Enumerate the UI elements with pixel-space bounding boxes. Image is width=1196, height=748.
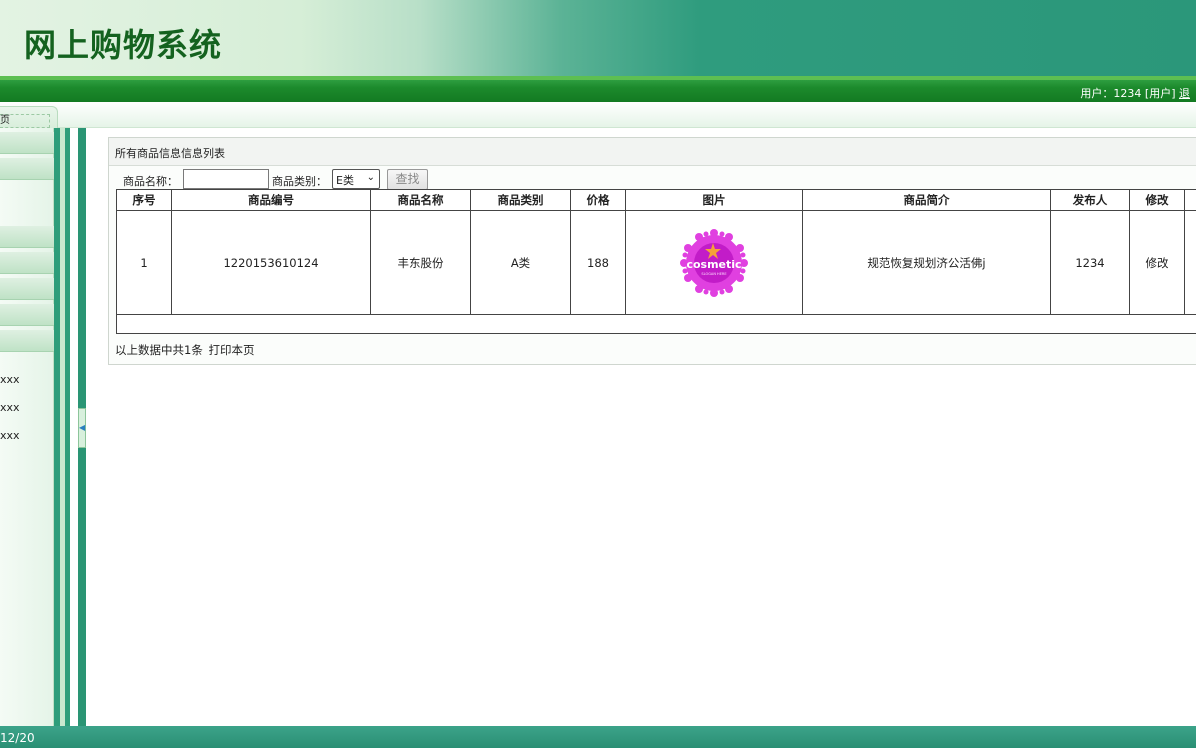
table-header-row: 序号 商品编号 商品名称 商品类别 价格 图片 商品简介 发布人 修改: [116, 189, 1196, 211]
cell-intro: 规范恢复规划济公活佛j: [802, 210, 1051, 315]
column-header: 价格: [570, 189, 626, 211]
tab-strip: 页: [0, 102, 1196, 130]
sidebar-item[interactable]: xxx: [0, 401, 20, 414]
table-empty-row: [116, 314, 1196, 334]
column-header: 图片: [625, 189, 803, 211]
column-header: 修改: [1129, 189, 1185, 211]
cosmetic-logo-icon[interactable]: cosmetic SLOGAN HERE: [676, 225, 752, 301]
product-table: 序号 商品编号 商品名称 商品类别 价格 图片 商品简介 发布人 修改 1 12…: [116, 189, 1196, 334]
cell-image: cosmetic SLOGAN HERE: [625, 210, 803, 315]
name-label: 商品名称：: [123, 175, 178, 188]
sidebar-section-header[interactable]: [0, 330, 54, 352]
record-summary: 以上数据中共1条: [115, 343, 203, 357]
sidebar-section-header[interactable]: [0, 304, 54, 326]
column-header: 商品编号: [171, 189, 371, 211]
cell-price: 188: [570, 210, 626, 315]
svg-text:cosmetic: cosmetic: [686, 258, 741, 271]
logout-link[interactable]: 退: [1179, 87, 1190, 100]
category-selected: E类: [336, 174, 354, 187]
table-footer: 以上数据中共1条 打印本页: [115, 342, 254, 358]
cell-index: 1: [116, 210, 172, 315]
sidebar-section-header[interactable]: [0, 252, 54, 274]
product-name-input[interactable]: [183, 169, 269, 189]
status-text: 12/20: [0, 731, 35, 745]
cell-name: 丰东股份: [370, 210, 471, 315]
tab-home[interactable]: 页: [0, 106, 58, 130]
tab-label: 页: [0, 114, 50, 128]
collapse-arrow-icon[interactable]: ◀: [78, 408, 86, 448]
column-header: 商品简介: [802, 189, 1051, 211]
table-row: 1 1220153610124 丰东股份 A类 188 cosmetic SLO…: [116, 210, 1196, 315]
panel-title: 所有商品信息信息列表: [109, 138, 1196, 166]
user-text: 用户：1234 [用户]: [1080, 87, 1176, 100]
sidebar-section-header[interactable]: [0, 226, 54, 248]
sidebar-section-header[interactable]: [0, 158, 54, 180]
category-label: 商品类别：: [272, 175, 327, 188]
splitter-gap: [70, 128, 78, 726]
sidebar-section-header[interactable]: [0, 132, 54, 154]
column-header: 商品名称: [370, 189, 471, 211]
print-page-link[interactable]: 打印本页: [208, 343, 254, 357]
user-bar-highlight: [0, 76, 1196, 80]
cell-extra: [1184, 210, 1196, 315]
column-header-extra: [1184, 189, 1196, 211]
sidebar-item[interactable]: xxx: [0, 429, 20, 442]
empty-cell: [116, 314, 1196, 334]
sidebar-section-header[interactable]: [0, 278, 54, 300]
user-info: 用户：1234 [用户] 退: [1080, 85, 1190, 101]
svg-text:SLOGAN HERE: SLOGAN HERE: [701, 272, 726, 276]
cell-publisher: 1234: [1050, 210, 1130, 315]
header-banner: 网上购物系统: [0, 0, 1196, 76]
sidebar-item[interactable]: xxx: [0, 373, 20, 386]
edit-link[interactable]: 修改: [1129, 210, 1185, 315]
cell-code: 1220153610124: [171, 210, 371, 315]
cell-category: A类: [470, 210, 571, 315]
product-list-panel: 所有商品信息信息列表 商品名称： 商品类别： E类 ⌄ 查找 序号 商品编号 商…: [108, 137, 1196, 365]
category-select[interactable]: E类 ⌄: [332, 169, 380, 189]
column-header: 发布人: [1050, 189, 1130, 211]
status-bar: 12/20: [0, 726, 1196, 748]
app-title: 网上购物系统: [24, 26, 223, 64]
search-button[interactable]: 查找: [387, 169, 428, 190]
chevron-down-icon: ⌄: [366, 172, 375, 183]
column-header: 序号: [116, 189, 172, 211]
column-header: 商品类别: [470, 189, 571, 211]
sidebar: xxx xxx xxx: [0, 128, 54, 726]
